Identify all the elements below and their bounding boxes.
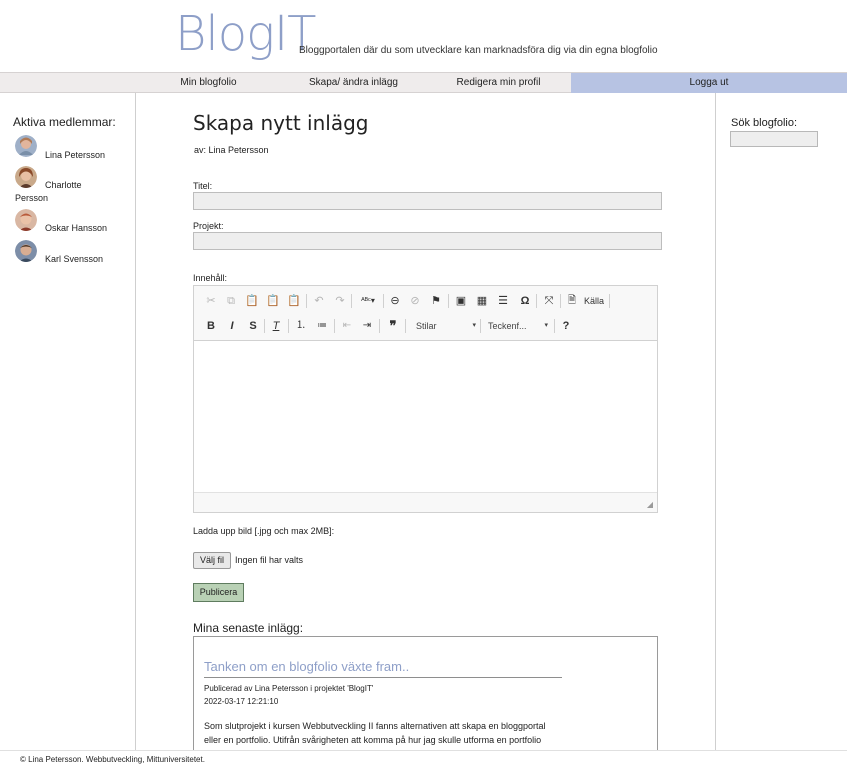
post-body-line: Som slutprojekt i kursen Webbutveckling … bbox=[204, 721, 546, 731]
toolbar-separator bbox=[609, 294, 610, 308]
source-icon[interactable]: 🗎 bbox=[566, 293, 578, 309]
outdent-icon[interactable]: ⇤ bbox=[340, 318, 354, 334]
publish-button[interactable]: Publicera bbox=[193, 583, 244, 602]
toolbar-separator bbox=[351, 294, 352, 308]
undo-icon[interactable]: ↶ bbox=[312, 293, 326, 309]
remove-format-icon[interactable]: T bbox=[269, 318, 283, 334]
toolbar-separator bbox=[383, 294, 384, 308]
indent-icon[interactable]: ⇥ bbox=[360, 318, 374, 334]
title-label: Titel: bbox=[193, 181, 213, 191]
members-title: Aktiva medlemmar: bbox=[13, 115, 116, 129]
styles-dropdown-label: Stilar bbox=[416, 321, 437, 331]
chevron-down-icon: ▾ bbox=[472, 322, 476, 329]
paste-word-icon[interactable]: 📋 bbox=[287, 293, 301, 309]
site-tagline: Bloggportalen där du som utvecklare kan … bbox=[299, 45, 658, 56]
member-name-continued[interactable]: Persson bbox=[15, 192, 48, 205]
post-title[interactable]: Tanken om en blogfolio växte fram.. bbox=[204, 659, 562, 678]
post-body-line: eller en portfolio. Utifrån svårigheten … bbox=[204, 735, 542, 745]
members-sidebar: Aktiva medlemmar: Lina Petersson Charlot… bbox=[0, 93, 136, 750]
post-date: 2022-03-17 12:21:10 bbox=[204, 697, 279, 706]
content-label: Innehåll: bbox=[193, 273, 228, 283]
toolbar-separator bbox=[306, 294, 307, 308]
horizontal-line-icon[interactable]: ☰ bbox=[496, 293, 510, 309]
footer-text: © Lina Petersson. Webbutveckling, Mittun… bbox=[20, 755, 205, 764]
anchor-flag-icon[interactable]: ⚑ bbox=[429, 293, 443, 309]
table-icon[interactable]: ▦ bbox=[475, 293, 489, 309]
author-line: av: Lina Petersson bbox=[194, 145, 269, 155]
spellcheck-icon[interactable]: ᴬᴮᶜ▾ bbox=[357, 293, 379, 309]
header: BlogIT Bloggportalen där du som utveckla… bbox=[0, 0, 847, 72]
editor-footer: ◢ bbox=[194, 492, 657, 512]
paste-icon[interactable]: 📋 bbox=[245, 293, 259, 309]
avatar[interactable] bbox=[15, 209, 37, 231]
bold-icon[interactable]: B bbox=[204, 318, 218, 334]
editor-toolbar: ✂ ⧉ 📋 📋 📋 ↶ ↷ ᴬᴮᶜ▾ ⊖ ⊘ ⚑ ▣ ▦ ☰ Ω ⤧ 🗎 Käl… bbox=[194, 286, 657, 341]
rich-text-editor: ✂ ⧉ 📋 📋 📋 ↶ ↷ ᴬᴮᶜ▾ ⊖ ⊘ ⚑ ▣ ▦ ☰ Ω ⤧ 🗎 Käl… bbox=[193, 285, 658, 513]
main-content: Skapa nytt inlägg av: Lina Petersson Tit… bbox=[136, 93, 715, 750]
search-input[interactable] bbox=[730, 131, 818, 147]
search-sidebar: Sök blogfolio: bbox=[715, 93, 847, 750]
toolbar-separator bbox=[560, 294, 561, 308]
main-nav: Min blogfolio Skapa/ ändra inlägg Redige… bbox=[0, 72, 847, 93]
cut-icon[interactable]: ✂ bbox=[204, 293, 218, 309]
link-icon[interactable]: ⊖ bbox=[388, 293, 402, 309]
upload-label: Ladda upp bild [.jpg och max 2MB]: bbox=[193, 526, 335, 536]
italic-icon[interactable]: I bbox=[225, 318, 239, 334]
choose-file-button[interactable]: Välj fil bbox=[193, 552, 231, 569]
resize-handle-icon[interactable]: ◢ bbox=[647, 500, 653, 509]
bulleted-list-icon[interactable]: ≔ bbox=[315, 318, 329, 334]
avatar[interactable] bbox=[15, 166, 37, 188]
avatar[interactable] bbox=[15, 240, 37, 262]
recent-posts-box: Tanken om en blogfolio växte fram.. Publ… bbox=[193, 636, 658, 750]
page-title: Skapa nytt inlägg bbox=[193, 111, 369, 135]
footer: © Lina Petersson. Webbutveckling, Mittun… bbox=[0, 750, 847, 771]
styles-dropdown[interactable]: Stilar ▾ bbox=[416, 318, 476, 334]
unlink-icon[interactable]: ⊘ bbox=[408, 293, 422, 309]
format-dropdown[interactable]: Teckenf... ▾ bbox=[488, 318, 548, 334]
file-status: Ingen fil har valts bbox=[235, 555, 304, 565]
post-meta: Publicerad av Lina Petersson i projektet… bbox=[204, 684, 374, 693]
chevron-down-icon: ▾ bbox=[544, 322, 548, 329]
toolbar-separator bbox=[379, 319, 380, 333]
blockquote-icon[interactable]: ❞ bbox=[385, 318, 401, 334]
recent-posts-title: Mina senaste inlägg: bbox=[193, 621, 304, 635]
toolbar-separator bbox=[448, 294, 449, 308]
member-name[interactable]: Charlotte bbox=[45, 179, 82, 192]
nav-logout[interactable]: Logga ut bbox=[571, 73, 847, 93]
toolbar-separator bbox=[554, 319, 555, 333]
search-label: Sök blogfolio: bbox=[731, 117, 798, 129]
site-logo[interactable]: BlogIT bbox=[175, 6, 316, 62]
toolbar-separator bbox=[405, 319, 406, 333]
member-name[interactable]: Lina Petersson bbox=[45, 149, 105, 162]
toolbar-separator bbox=[264, 319, 265, 333]
avatar[interactable] bbox=[15, 135, 37, 157]
nav-create-edit-post[interactable]: Skapa/ ändra inlägg bbox=[281, 73, 426, 93]
redo-icon[interactable]: ↷ bbox=[333, 293, 347, 309]
copy-icon[interactable]: ⧉ bbox=[224, 293, 238, 309]
format-dropdown-label: Teckenf... bbox=[488, 321, 527, 331]
project-input[interactable] bbox=[193, 232, 662, 250]
toolbar-separator bbox=[480, 319, 481, 333]
nav-edit-profile[interactable]: Redigera min profil bbox=[426, 73, 571, 93]
member-name[interactable]: Karl Svensson bbox=[45, 253, 103, 266]
toolbar-separator bbox=[334, 319, 335, 333]
nav-my-blogfolio[interactable]: Min blogfolio bbox=[136, 73, 281, 93]
title-input[interactable] bbox=[193, 192, 662, 210]
toolbar-separator bbox=[288, 319, 289, 333]
member-name[interactable]: Oskar Hansson bbox=[45, 222, 107, 235]
help-icon[interactable]: ? bbox=[559, 318, 573, 334]
project-label: Projekt: bbox=[193, 221, 224, 231]
image-icon[interactable]: ▣ bbox=[454, 293, 468, 309]
maximize-icon[interactable]: ⤧ bbox=[542, 293, 556, 309]
editor-content-area[interactable] bbox=[194, 342, 657, 492]
post-body: Som slutprojekt i kursen Webbutveckling … bbox=[204, 719, 584, 747]
special-char-icon[interactable]: Ω bbox=[518, 293, 532, 309]
paste-text-icon[interactable]: 📋 bbox=[266, 293, 280, 309]
toolbar-separator bbox=[536, 294, 537, 308]
strikethrough-icon[interactable]: S bbox=[246, 318, 260, 334]
numbered-list-icon[interactable]: ⒈ bbox=[294, 318, 308, 334]
source-button-label[interactable]: Källa bbox=[581, 293, 607, 309]
